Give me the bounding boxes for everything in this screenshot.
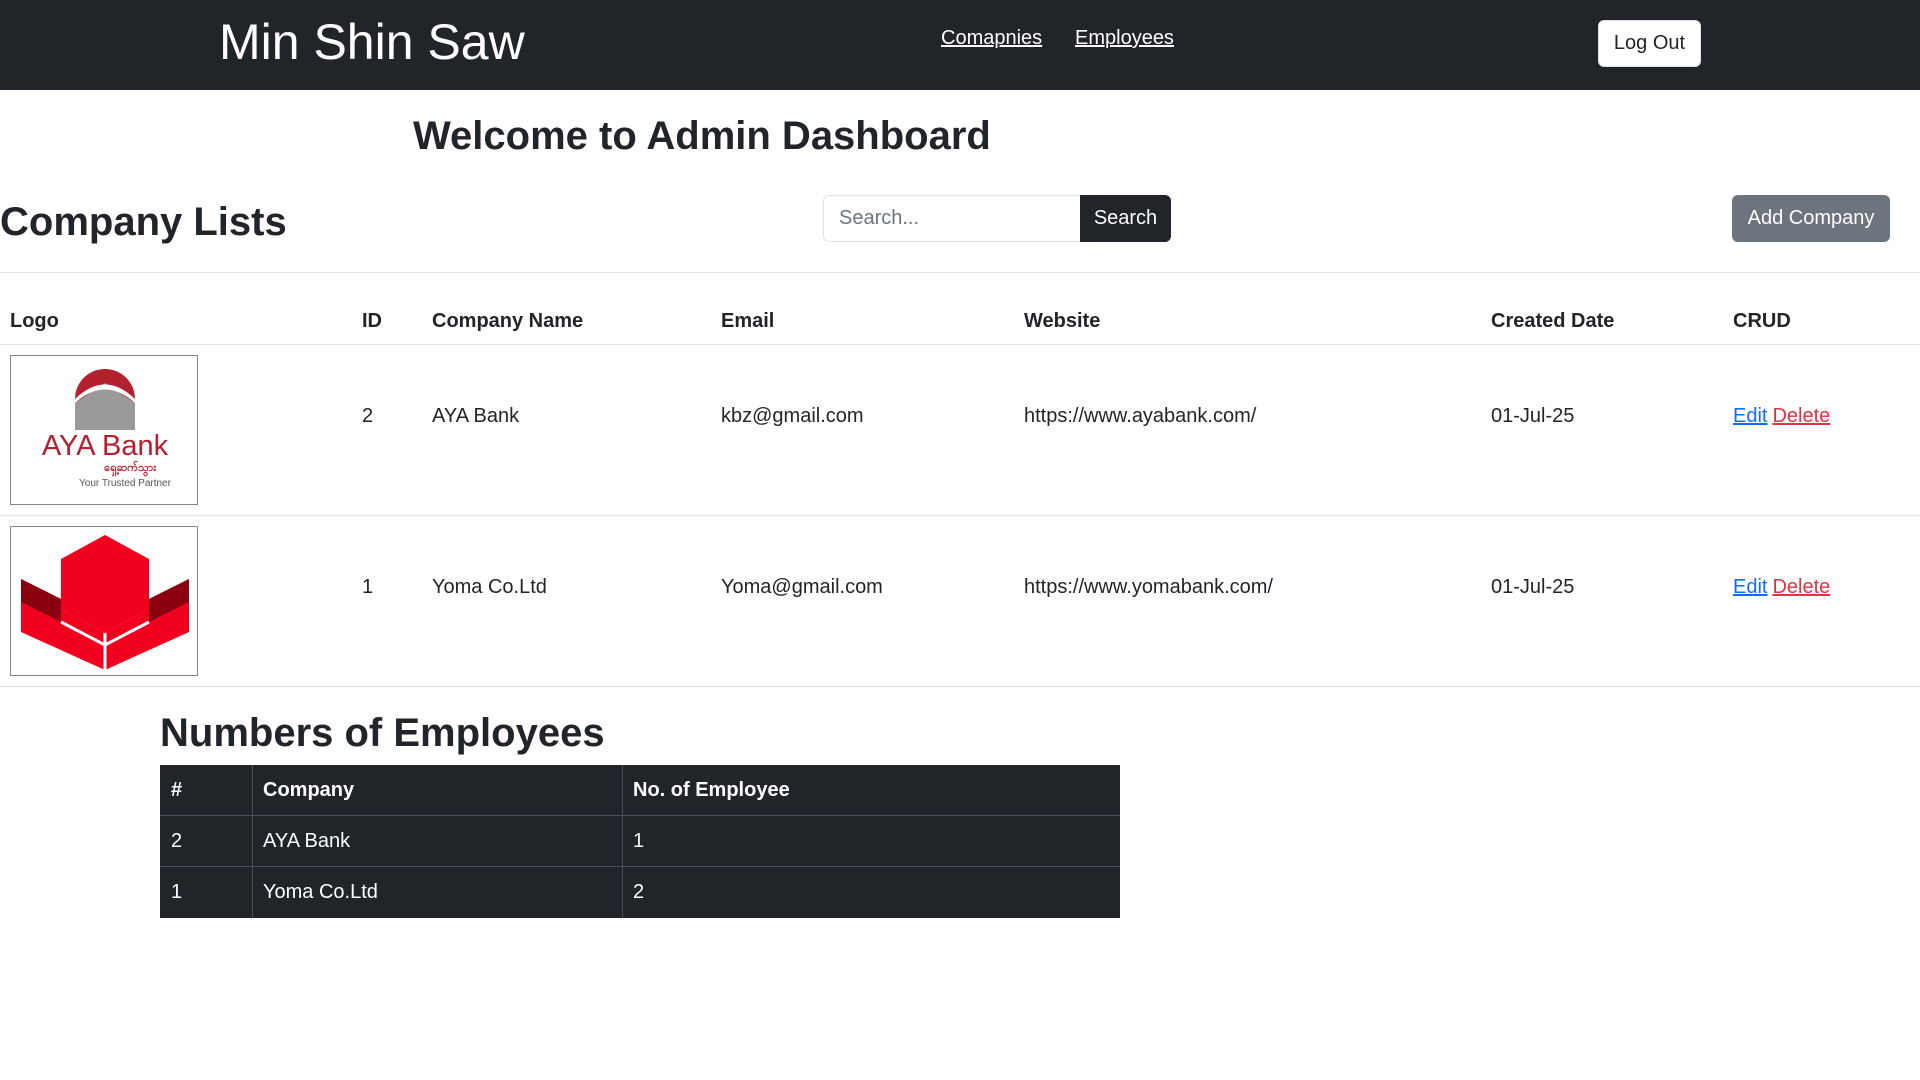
delete-link[interactable]: Delete [1772,576,1830,598]
col-header-id: ID [362,310,382,332]
col-header-number: # [171,779,183,801]
aya-bank-logo: AYA Bank ရှေ့ဆက်သွား Your Trusted Partne… [10,355,198,505]
welcome-heading: Welcome to Admin Dashboard [413,114,991,158]
table-header-row: Logo ID Company Name Email Website Creat… [0,300,1920,345]
company-id: 2 [362,405,374,427]
delete-link[interactable]: Delete [1772,405,1830,427]
row-employee-count: 1 [633,830,645,852]
col-header-created-date: Created Date [1491,310,1615,332]
employees-count-table: # Company No. of Employee 2 AYA Bank 1 1… [160,765,1120,918]
company-logo-cell [10,526,198,676]
crud-actions: Edit Delete [1733,403,1830,429]
company-list-title: Company Lists [0,200,287,244]
nav-link-employees[interactable]: Employees [1075,25,1174,51]
col-header-company-name: Company Name [432,310,584,332]
brand-title[interactable]: Min Shin Saw [219,10,525,75]
top-navbar: Min Shin Saw Comapnies Employees Log Out [0,0,1920,90]
row-company: AYA Bank [263,830,351,852]
col-header-company: Company [263,779,355,801]
employees-table-header-row: # Company No. of Employee [160,765,1120,816]
company-created-date: 01-Jul-25 [1491,576,1575,598]
company-website: https://www.ayabank.com/ [1024,405,1257,427]
table-row: AYA Bank ရှေ့ဆက်သွား Your Trusted Partne… [0,345,1920,516]
col-header-employee-count: No. of Employee [633,779,790,801]
company-id: 1 [362,576,374,598]
add-company-button[interactable]: Add Company [1732,195,1890,242]
company-website: https://www.yomabank.com/ [1024,576,1273,598]
row-number: 1 [171,881,183,903]
company-email: Yoma@gmail.com [721,576,883,598]
company-table: Logo ID Company Name Email Website Creat… [0,300,1920,687]
aya-logo-sub: ရှေ့ဆက်သွား [104,460,157,477]
aya-logo-tagline: Your Trusted Partner [79,478,172,489]
table-row: 2 AYA Bank 1 [160,816,1120,867]
row-company: Yoma Co.Ltd [263,881,378,903]
col-header-logo: Logo [10,310,59,332]
search-button[interactable]: Search [1080,195,1171,242]
nav-link-companies[interactable]: Comapnies [941,25,1042,51]
row-employee-count: 2 [633,881,645,903]
search-input[interactable] [823,195,1081,242]
company-name: AYA Bank [432,405,520,427]
col-header-crud: CRUD [1733,310,1791,332]
employees-count-title: Numbers of Employees [160,711,605,755]
company-logo-cell: AYA Bank ရှေ့ဆက်သွား Your Trusted Partne… [10,355,198,505]
company-name: Yoma Co.Ltd [432,576,547,598]
crud-actions: Edit Delete [1733,574,1830,600]
col-header-website: Website [1024,310,1101,332]
edit-link[interactable]: Edit [1733,405,1767,427]
logout-button[interactable]: Log Out [1598,20,1701,67]
company-email: kbz@gmail.com [721,405,864,427]
company-created-date: 01-Jul-25 [1491,405,1575,427]
table-row: 1 Yoma Co.Ltd Yoma@gmail.com https://www… [0,516,1920,687]
yoma-bank-logo [10,526,198,676]
col-header-email: Email [721,310,775,332]
section-divider [0,272,1920,273]
row-number: 2 [171,830,183,852]
aya-logo-text: AYA Bank [42,430,169,462]
edit-link[interactable]: Edit [1733,576,1767,598]
table-row: 1 Yoma Co.Ltd 2 [160,867,1120,918]
